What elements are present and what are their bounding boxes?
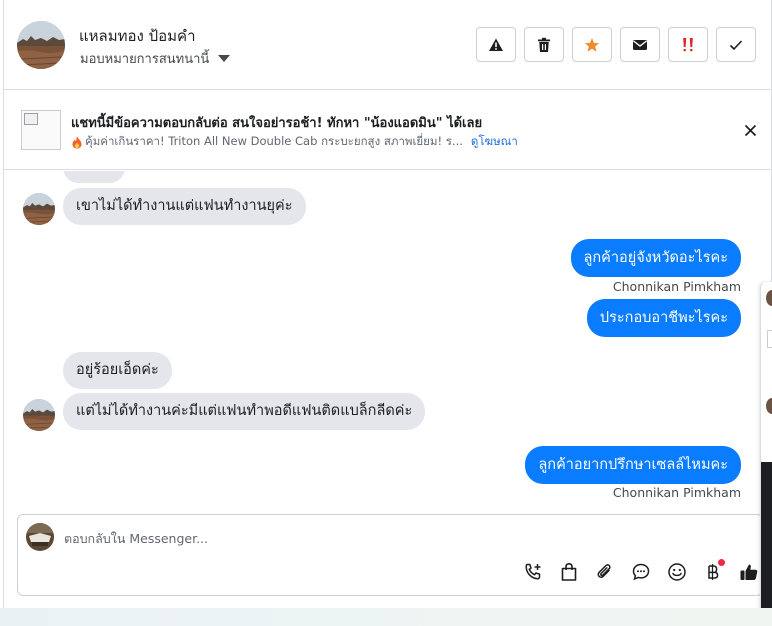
shopping-bag-icon [561,562,577,581]
message-sender-name: Chonnikan Pimkham [612,279,741,294]
contact-avatar-small [23,399,55,431]
conversation-header: แหลมทอง ป้อมคำ มอบหมายการสนทนานี้ [4,0,772,90]
star-icon [584,37,600,52]
conversation-panel: แหลมทอง ป้อมคำ มอบหมายการสนทนานี้ แชทนี้… [3,0,772,608]
close-ad-button[interactable] [740,120,760,140]
mark-spam-button[interactable] [476,27,516,62]
message-sender-name: Chonnikan Pimkham [612,485,741,500]
page-bottom-strip [0,608,772,626]
payment-button[interactable] [700,559,726,585]
side-panel-avatar [766,290,772,306]
paperclip-icon [597,564,611,578]
header-actions [476,27,756,62]
message-bubble-outgoing[interactable]: ลูกค้าอยู่จังหวัดอะไรคะ [570,239,741,277]
contact-avatar-small [23,193,55,225]
chat-bubble-icon [632,563,650,581]
reply-composer [17,514,763,596]
warning-icon [489,38,503,51]
caret-down-icon [218,55,231,62]
delete-button[interactable] [524,27,564,62]
ad-subtitle-row: คุ้มค่าเกินราคา! Triton All New Double C… [71,133,518,151]
message-bubble-outgoing[interactable]: ลูกค้าอยากปรึกษาเซลล์ไหมคะ [525,446,741,484]
saved-replies-button[interactable] [628,559,654,585]
side-panel-peek[interactable] [760,282,772,618]
thumbs-up-icon [740,564,758,580]
mark-done-button[interactable] [716,27,756,62]
important-icon [683,37,693,51]
shop-button[interactable] [556,559,582,585]
message-list[interactable]: เขาไม่ได้ทำงานแต่แฟนทำงานยุค่ะ ลูกค้าอยู… [4,171,772,511]
trash-icon [538,37,550,52]
message-bubble-incoming[interactable]: เขาไม่ได้ทำงานแต่แฟนทำงานยุค่ะ [63,188,306,225]
ad-banner: แชทนี้มีข้อความตอบกลับต่อ สนใจอย่ารอช้า!… [4,90,772,170]
contact-name[interactable]: แหลมทอง ป้อมคำ [79,24,196,48]
message-bubble-incoming[interactable]: อยู่ร้อยเอ็ดค่ะ [63,352,172,389]
emoji-icon [668,563,686,581]
phone-plus-icon [525,563,541,580]
message-bubble-partial [63,171,125,183]
side-panel-avatar [766,398,772,414]
check-icon [729,39,743,50]
view-ad-link[interactable]: ดูโฆษณา [471,133,518,151]
message-bubble-incoming[interactable]: แต่ไม่ได้ทำงานค่ะมีแต่แฟนทำพอดีแฟนติดแบล… [63,393,426,430]
ad-thumbnail[interactable] [21,110,61,150]
assign-conversation-label: มอบหมายการสนทนานี้ [80,52,210,67]
ad-subtitle: คุ้มค่าเกินราคา! Triton All New Double C… [85,134,463,148]
side-panel-thumbnail [767,330,772,348]
message-bubble-outgoing[interactable]: ประกอบอาชีพะไรคะ [586,299,741,337]
reply-input[interactable] [64,527,664,549]
baht-icon [708,564,719,580]
star-button[interactable] [572,27,612,62]
call-button[interactable] [520,559,546,585]
ad-title: แชทนี้มีข้อความตอบกลับต่อ สนใจอย่ารอช้า!… [71,116,483,131]
emoji-button[interactable] [664,559,690,585]
mark-important-button[interactable] [668,27,708,62]
close-icon [744,124,756,136]
fire-icon [72,136,82,148]
composer-toolbar [520,559,762,585]
contact-avatar[interactable] [17,21,65,69]
notification-dot [718,559,725,566]
side-panel-footer [761,462,772,618]
mark-unread-button[interactable] [620,27,660,62]
like-button[interactable] [736,559,762,585]
envelope-icon [633,39,647,50]
page-avatar [26,523,54,551]
assign-conversation-dropdown[interactable]: มอบหมายการสนทนานี้ [80,48,231,69]
attach-button[interactable] [592,559,618,585]
